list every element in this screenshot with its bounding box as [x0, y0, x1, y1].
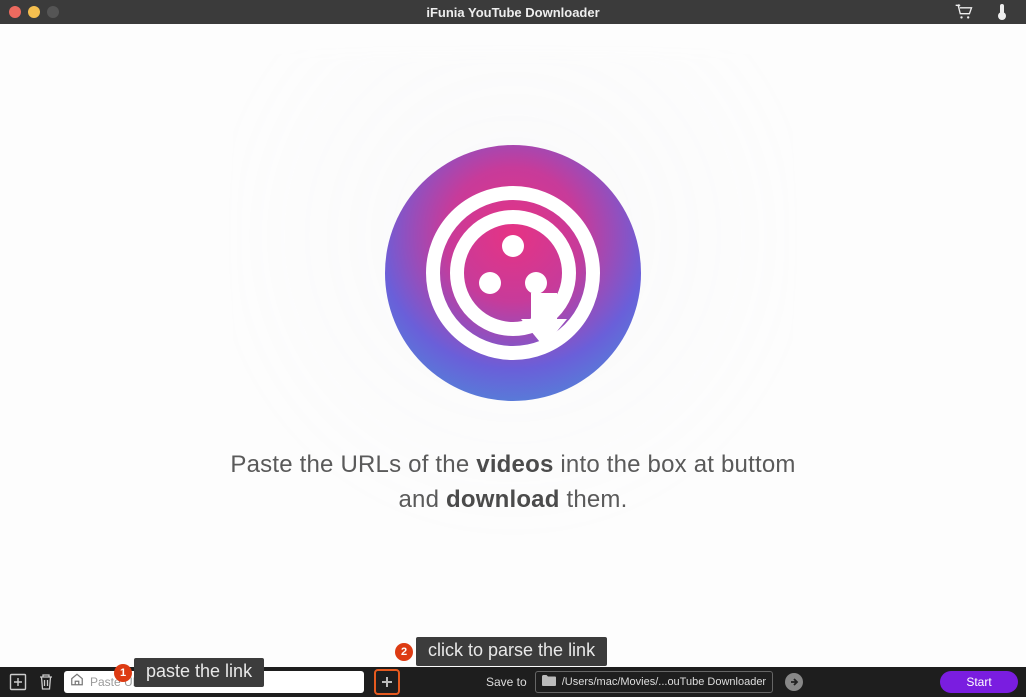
instruction-part: into the box at buttom — [554, 451, 796, 478]
instruction-bold: videos — [476, 451, 553, 478]
instruction-part: them. — [560, 486, 628, 513]
instruction-bold: download — [446, 486, 560, 513]
save-to-label: Save to — [486, 675, 527, 689]
tutorial-badge-1: 1 — [114, 664, 132, 682]
thermometer-icon[interactable] — [992, 2, 1012, 22]
trash-icon[interactable] — [36, 672, 56, 692]
tutorial-badge-2: 2 — [395, 643, 413, 661]
instruction-part: and — [398, 486, 446, 513]
tutorial-callout-1: paste the link — [134, 658, 264, 687]
main-content: Paste the URLs of the videos into the bo… — [0, 24, 1026, 667]
app-logo — [383, 143, 643, 408]
instruction-text: Paste the URLs of the videos into the bo… — [230, 448, 795, 518]
window-title: iFunia YouTube Downloader — [0, 5, 1026, 20]
close-window-button[interactable] — [9, 6, 21, 18]
zoom-window-button[interactable] — [47, 6, 59, 18]
home-icon[interactable] — [70, 673, 84, 692]
start-button[interactable]: Start — [940, 671, 1018, 693]
save-path-text: /Users/mac/Movies/...ouTube Downloader — [562, 676, 766, 688]
traffic-lights — [9, 6, 59, 18]
save-path-field[interactable]: /Users/mac/Movies/...ouTube Downloader — [535, 671, 773, 693]
app-window: iFunia YouTube Downloader — [0, 0, 1026, 697]
minimize-window-button[interactable] — [28, 6, 40, 18]
parse-url-button[interactable] — [374, 669, 400, 695]
cart-icon[interactable] — [954, 2, 974, 22]
folder-icon — [542, 673, 556, 691]
add-box-icon[interactable] — [8, 672, 28, 692]
instruction-part: Paste the URLs of the — [230, 451, 476, 478]
open-folder-button[interactable] — [785, 673, 803, 691]
titlebar: iFunia YouTube Downloader — [0, 0, 1026, 24]
tutorial-callout-2: click to parse the link — [416, 637, 607, 666]
